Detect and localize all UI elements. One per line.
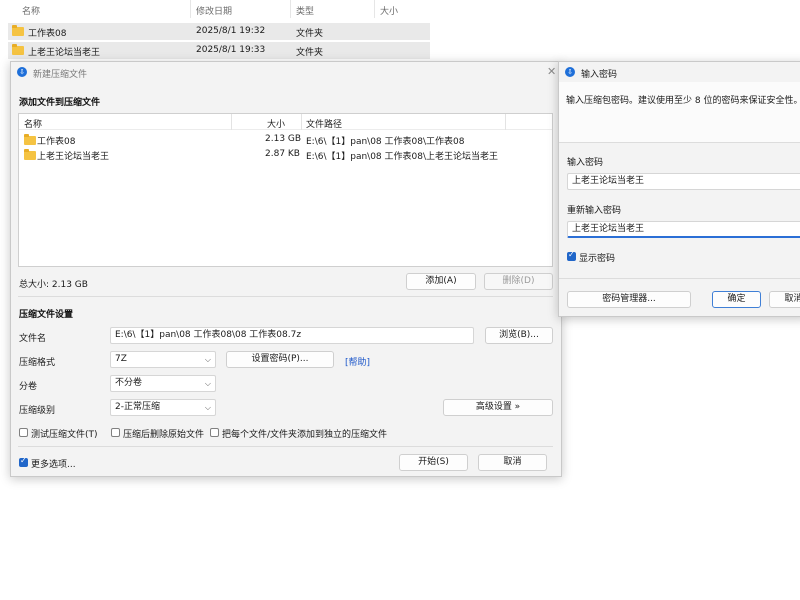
- total-size: 总大小: 2.13 GB: [19, 280, 88, 290]
- confirm-password-input[interactable]: 上老王论坛当老王: [567, 221, 800, 238]
- show-password-label: 显示密码: [579, 254, 616, 264]
- password-hint: 输入压缩包密码。建议使用至少 8 位的密码来保证安全性。: [566, 96, 800, 106]
- app-logo-icon: ⇩: [17, 67, 27, 77]
- password-dialog: ⇩ 输入密码 输入压缩包密码。建议使用至少 8 位的密码来保证安全性。 输入密码…: [558, 61, 800, 317]
- folder-icon: [24, 149, 36, 160]
- column-name[interactable]: 名称: [22, 4, 40, 17]
- folder-icon: [12, 25, 24, 36]
- chevron-down-icon: ⌵: [204, 379, 211, 388]
- password-title-bar[interactable]: ⇩ 输入密码: [559, 62, 800, 82]
- format-label: 压缩格式: [19, 358, 56, 368]
- divider: [18, 296, 553, 297]
- list-item[interactable]: 工作表08 2.13 GB E:\6\【1】pan\08 工作表08\工作表08: [19, 132, 552, 147]
- add-files-heading: 添加文件到压缩文件: [19, 98, 101, 108]
- filename-label: 文件名: [19, 334, 47, 344]
- settings-heading: 压缩文件设置: [19, 310, 74, 320]
- password-cancel-button[interactable]: 取消: [769, 291, 800, 308]
- delete-button[interactable]: 删除(D): [484, 273, 553, 290]
- folder-icon: [12, 44, 24, 55]
- column-type[interactable]: 类型: [296, 4, 314, 17]
- advanced-settings-button[interactable]: 高级设置 »: [443, 399, 553, 416]
- file-explorer: 名称 修改日期 类型 大小 工作表08 2025/8/1 19:32 文件夹 上…: [0, 0, 430, 60]
- chevron-down-icon: ⌵: [204, 355, 211, 364]
- col-path[interactable]: 文件路径: [306, 117, 342, 130]
- cancel-button[interactable]: 取消: [478, 454, 547, 471]
- format-select[interactable]: 7Z ⌵: [110, 351, 216, 368]
- close-icon[interactable]: ✕: [547, 65, 556, 78]
- test-archive-checkbox[interactable]: [19, 428, 28, 437]
- folder-icon: [24, 134, 36, 145]
- password-label: 输入密码: [567, 158, 604, 168]
- list-item[interactable]: 上老王论坛当老王 2.87 KB E:\6\【1】pan\08 工作表08\上老…: [19, 147, 552, 162]
- chevron-down-icon: ⌵: [204, 403, 211, 412]
- help-link[interactable]: [帮助]: [345, 355, 370, 368]
- add-button[interactable]: 添加(A): [406, 273, 476, 290]
- password-dialog-title: 输入密码: [581, 70, 618, 80]
- test-archive-label: 测试压缩文件(T): [31, 430, 98, 440]
- dialog-title-bar[interactable]: ⇩ 新建压缩文件 ✕: [11, 62, 561, 82]
- separate-archives-label: 把每个文件/文件夹添加到独立的压缩文件: [222, 430, 388, 440]
- explorer-header: 名称 修改日期 类型 大小: [0, 0, 430, 18]
- more-options-label: 更多选项...: [31, 460, 76, 470]
- file-list-header: 名称 大小 文件路径: [19, 114, 552, 130]
- set-password-button[interactable]: 设置密码(P)...: [226, 351, 334, 368]
- delete-after-label: 压缩后删除原始文件: [123, 430, 205, 440]
- separate-archives-checkbox[interactable]: [210, 428, 219, 437]
- confirm-password-label: 重新输入密码: [567, 206, 622, 216]
- app-logo-icon: ⇩: [565, 67, 575, 77]
- filename-input[interactable]: E:\6\【1】pan\08 工作表08\08 工作表08.7z: [110, 327, 474, 344]
- col-name[interactable]: 名称: [24, 117, 42, 130]
- level-label: 压缩级别: [19, 406, 56, 416]
- column-date[interactable]: 修改日期: [196, 4, 232, 17]
- divider: [18, 446, 553, 447]
- split-select[interactable]: 不分卷 ⌵: [110, 375, 216, 392]
- explorer-row[interactable]: 工作表08 2025/8/1 19:32 文件夹: [8, 23, 430, 40]
- more-options-checkbox[interactable]: [19, 456, 28, 467]
- divider: [559, 142, 800, 143]
- explorer-row[interactable]: 上老王论坛当老王 2025/8/1 19:33 文件夹: [8, 42, 430, 59]
- file-list[interactable]: 名称 大小 文件路径 工作表08 2.13 GB E:\6\【1】pan\08 …: [18, 113, 553, 267]
- level-select[interactable]: 2-正常压缩 ⌵: [110, 399, 216, 416]
- password-manager-button[interactable]: 密码管理器...: [567, 291, 691, 308]
- start-button[interactable]: 开始(S): [399, 454, 468, 471]
- password-input[interactable]: 上老王论坛当老王: [567, 173, 800, 190]
- col-size[interactable]: 大小: [267, 117, 285, 130]
- dialog-title: 新建压缩文件: [33, 70, 88, 80]
- divider: [559, 278, 800, 279]
- ok-button[interactable]: 确定: [712, 291, 761, 308]
- browse-button[interactable]: 浏览(B)...: [485, 327, 553, 344]
- show-password-checkbox[interactable]: [567, 250, 576, 261]
- delete-after-checkbox[interactable]: [111, 428, 120, 437]
- column-size[interactable]: 大小: [380, 4, 398, 17]
- hint-panel: 输入压缩包密码。建议使用至少 8 位的密码来保证安全性。: [559, 82, 800, 142]
- split-label: 分卷: [19, 382, 38, 392]
